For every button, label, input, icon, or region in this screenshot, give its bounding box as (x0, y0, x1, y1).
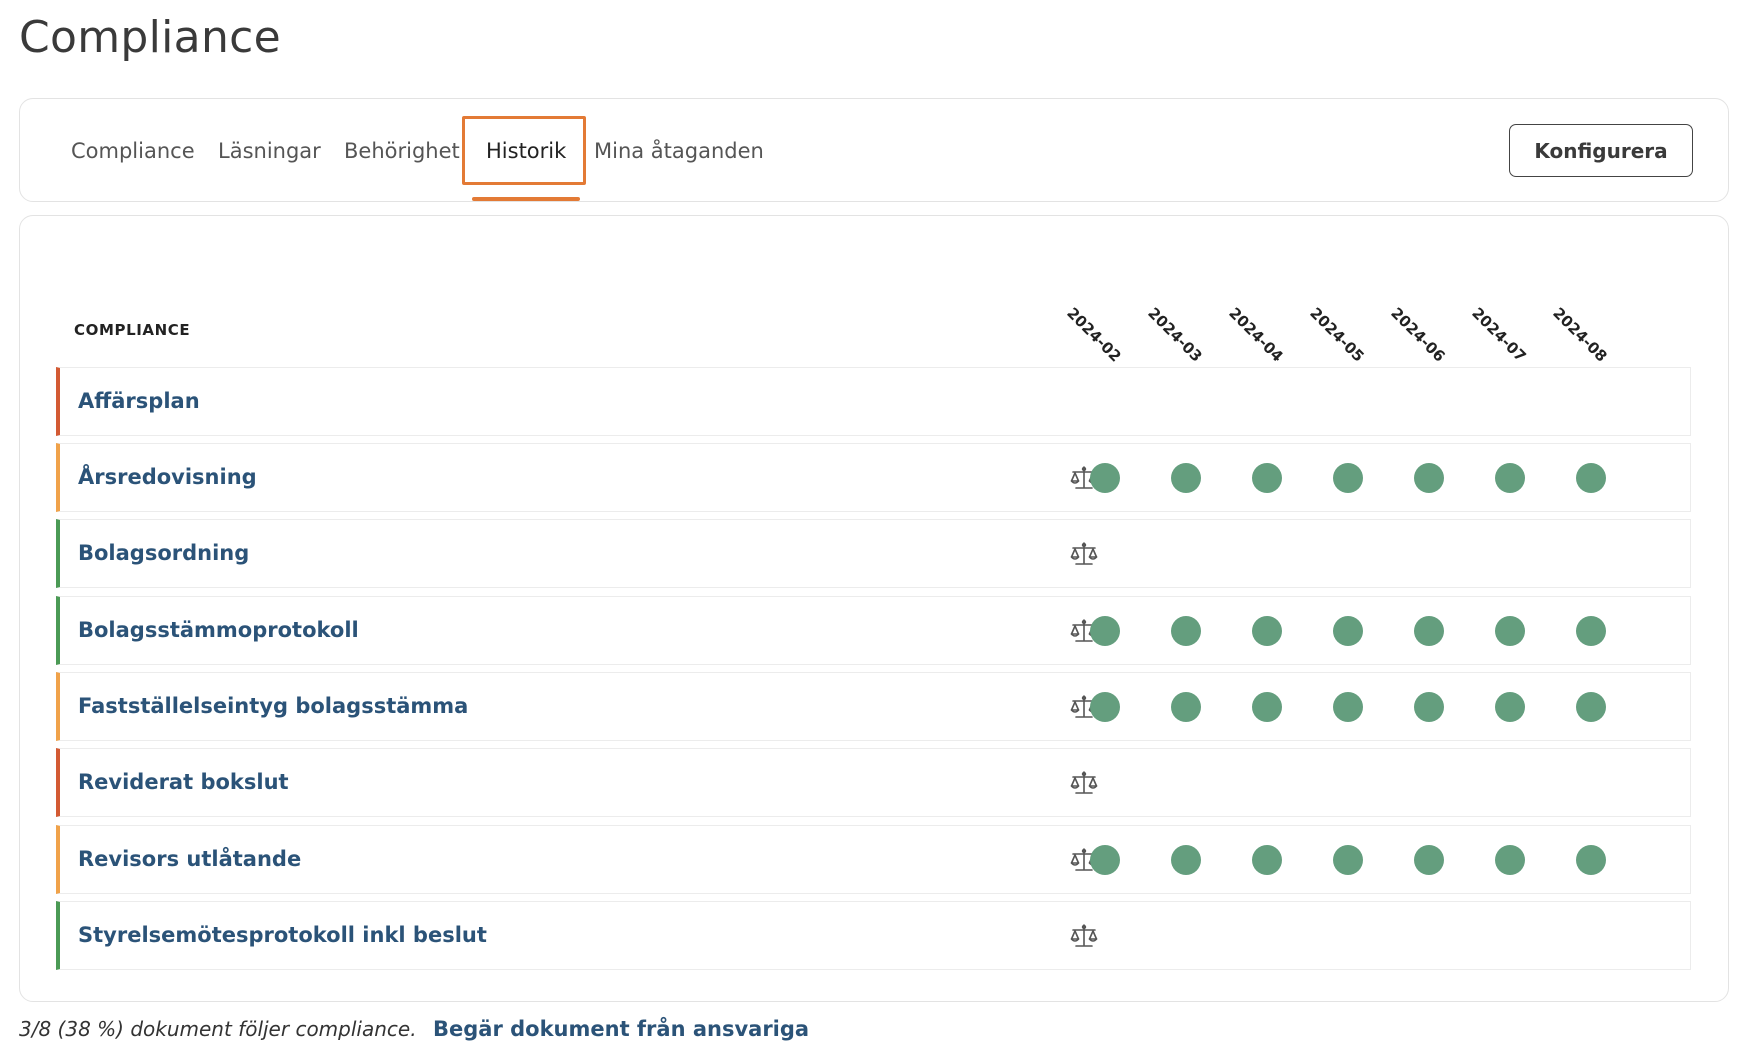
month-header: 2024-04 (1225, 304, 1287, 366)
document-link[interactable]: Bolagsordning (78, 541, 249, 565)
tab-compliance[interactable]: Compliance (71, 139, 195, 163)
document-link[interactable]: Reviderat bokslut (78, 770, 289, 794)
table-row[interactable]: Bolagsstämmoprotokoll (56, 596, 1691, 665)
compliance-dot (1495, 845, 1525, 875)
month-header: 2024-03 (1144, 304, 1206, 366)
compliance-dot (1252, 692, 1282, 722)
compliance-dot (1576, 616, 1606, 646)
page-title: Compliance (19, 12, 281, 63)
compliance-dot (1414, 692, 1444, 722)
tab-lasningar[interactable]: Läsningar (218, 139, 321, 163)
compliance-dot (1252, 616, 1282, 646)
document-link[interactable]: Fastställelseintyg bolagsstämma (78, 694, 468, 718)
scale-icon[interactable] (1070, 541, 1098, 567)
month-header: 2024-08 (1549, 304, 1611, 366)
compliance-dot (1171, 463, 1201, 493)
tab-behorighet[interactable]: Behörighet (344, 139, 460, 163)
active-tab-highlight (462, 116, 586, 185)
compliance-dot (1414, 463, 1444, 493)
table-row[interactable]: Affärsplan (56, 367, 1691, 436)
compliance-dot (1090, 692, 1120, 722)
compliance-dot (1414, 845, 1444, 875)
tab-bar: Compliance Läsningar Behörighet Historik… (19, 98, 1729, 202)
table-row[interactable]: Reviderat bokslut (56, 748, 1691, 817)
compliance-dot (1252, 463, 1282, 493)
table-row[interactable]: Styrelsemötesprotokoll inkl beslut (56, 901, 1691, 970)
request-documents-link[interactable]: Begär dokument från ansvariga (433, 1017, 809, 1041)
compliance-dot (1333, 463, 1363, 493)
compliance-dot (1333, 616, 1363, 646)
compliance-dot (1090, 463, 1120, 493)
compliance-dot (1090, 616, 1120, 646)
compliance-dot (1171, 692, 1201, 722)
history-table-card: COMPLIANCE 2024-02 2024-03 2024-04 2024-05 2… (19, 215, 1729, 1002)
month-header: 2024-02 (1063, 304, 1125, 366)
month-header: 2024-05 (1306, 304, 1368, 366)
compliance-dot (1252, 845, 1282, 875)
compliance-dot (1495, 463, 1525, 493)
month-header: 2024-06 (1387, 304, 1449, 366)
compliance-dot (1333, 845, 1363, 875)
month-header: 2024-07 (1468, 304, 1530, 366)
compliance-dot (1495, 692, 1525, 722)
compliance-dot (1333, 692, 1363, 722)
scale-icon[interactable] (1070, 923, 1098, 949)
compliance-column-header: COMPLIANCE (74, 321, 191, 339)
table-row[interactable]: Bolagsordning (56, 519, 1691, 588)
compliance-dot (1576, 463, 1606, 493)
table-row[interactable]: Årsredovisning (56, 443, 1691, 512)
compliance-summary: 3/8 (38 %) dokument följer compliance. (19, 1017, 417, 1041)
document-link[interactable]: Revisors utlåtande (78, 847, 301, 871)
active-tab-underline (472, 197, 580, 201)
document-link[interactable]: Affärsplan (78, 389, 200, 413)
document-link[interactable]: Bolagsstämmoprotokoll (78, 618, 359, 642)
document-link[interactable]: Årsredovisning (78, 465, 257, 489)
document-link[interactable]: Styrelsemötesprotokoll inkl beslut (78, 923, 487, 947)
compliance-dot (1090, 845, 1120, 875)
tab-mina-ataganden[interactable]: Mina åtaganden (594, 139, 764, 163)
scale-icon[interactable] (1070, 770, 1098, 796)
compliance-dot (1414, 616, 1444, 646)
configure-button[interactable]: Konfigurera (1509, 124, 1693, 177)
compliance-dot (1576, 845, 1606, 875)
compliance-dot (1171, 616, 1201, 646)
compliance-dot (1576, 692, 1606, 722)
compliance-dot (1495, 616, 1525, 646)
table-row[interactable]: Revisors utlåtande (56, 825, 1691, 894)
table-row[interactable]: Fastställelseintyg bolagsstämma (56, 672, 1691, 741)
compliance-dot (1171, 845, 1201, 875)
